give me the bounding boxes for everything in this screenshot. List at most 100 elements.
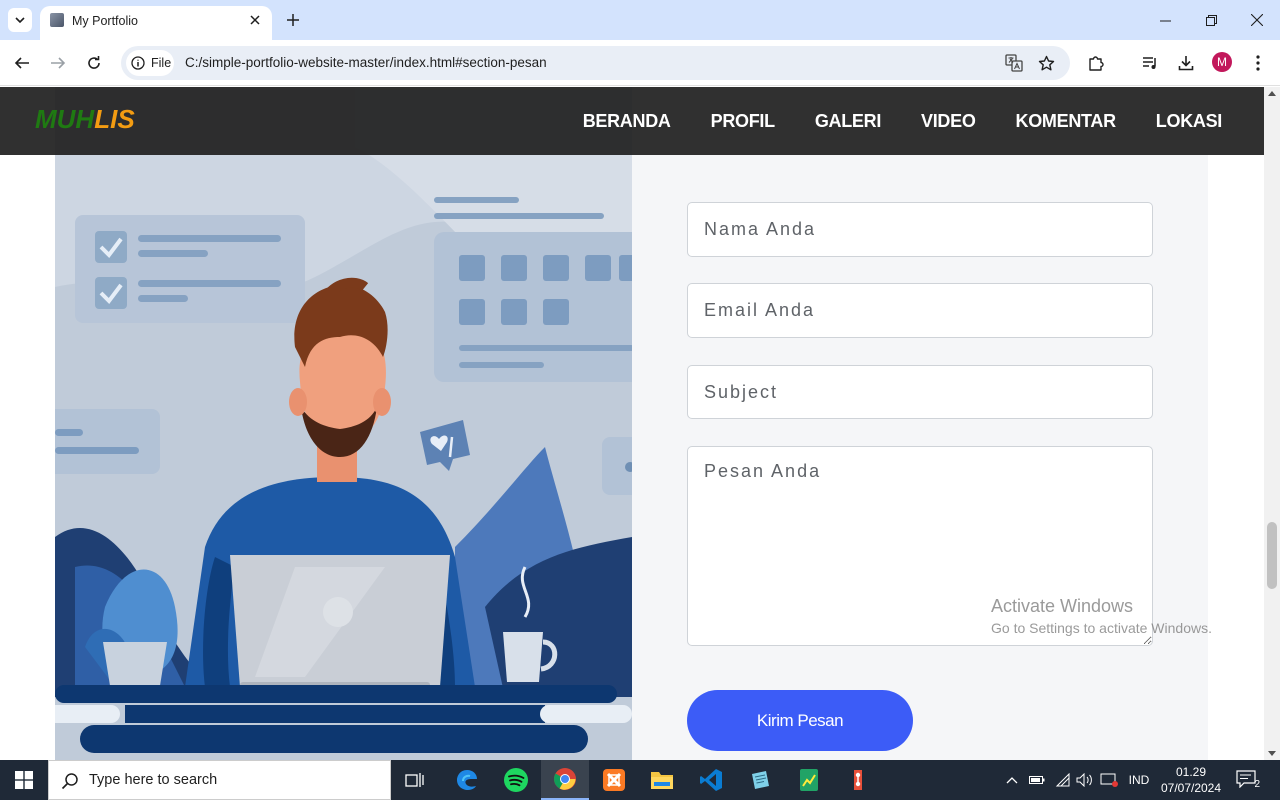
- browser-toolbar: File C:/simple-portfolio-website-master/…: [0, 40, 1280, 86]
- close-icon: [250, 15, 260, 25]
- taskbar-file-explorer[interactable]: [638, 760, 686, 800]
- search-icon: [61, 773, 78, 790]
- scrollbar-thumb[interactable]: [1267, 522, 1277, 589]
- chrome-menu-button[interactable]: [1245, 50, 1271, 76]
- page-scrollbar[interactable]: [1264, 87, 1280, 760]
- forward-icon: [51, 57, 66, 69]
- nav-link-beranda[interactable]: BERANDA: [583, 111, 671, 132]
- nav-link-komentar[interactable]: KOMENTAR: [1016, 111, 1117, 132]
- extensions-button[interactable]: [1083, 50, 1109, 76]
- battery-icon: [1029, 776, 1045, 784]
- minimize-icon: [1159, 20, 1171, 21]
- vscode-icon: [700, 769, 722, 791]
- notification-count-badge: 2: [1254, 779, 1260, 790]
- address-bar[interactable]: File C:/simple-portfolio-website-master/…: [121, 46, 1070, 80]
- maximize-button[interactable]: [1199, 8, 1223, 32]
- minimize-button[interactable]: [1153, 8, 1177, 32]
- tray-display[interactable]: [1098, 760, 1120, 800]
- menu-icon: [1256, 55, 1260, 71]
- bookmark-button[interactable]: [1034, 51, 1058, 75]
- windows-taskbar: Type here to search IND 01.29 07/07/2024…: [0, 760, 1280, 800]
- chevron-up-icon: [1006, 777, 1018, 784]
- contact-illustration: [55, 87, 632, 760]
- logo-part-2: LIS: [94, 104, 135, 134]
- taskbar-clock[interactable]: 01.29 07/07/2024: [1158, 764, 1224, 796]
- maximize-icon: [1205, 14, 1217, 26]
- contact-form-panel: Kirim Pesan: [632, 87, 1208, 760]
- notepad-icon: [752, 771, 769, 789]
- window-close-button[interactable]: [1245, 8, 1269, 32]
- media-control-button[interactable]: [1137, 50, 1163, 76]
- volume-icon: [1076, 773, 1092, 787]
- browser-tab[interactable]: My Portfolio: [40, 6, 272, 40]
- email-input[interactable]: [687, 283, 1153, 338]
- notification-icon: [1236, 770, 1256, 789]
- nav-link-galeri[interactable]: GALERI: [815, 111, 882, 132]
- tab-list-icon: [15, 17, 25, 24]
- taskbar-chrome[interactable]: [541, 760, 589, 800]
- taskbar-edge[interactable]: [443, 760, 491, 800]
- site-nav-links: BERANDA PROFIL GALERI VIDEO KOMENTAR LOK…: [583, 111, 1223, 132]
- sheets-icon: [800, 769, 818, 791]
- downloads-button[interactable]: [1173, 50, 1199, 76]
- clock-time: 01.29: [1175, 765, 1207, 779]
- wifi-icon: [1055, 773, 1070, 787]
- taskbar-sheets[interactable]: [785, 760, 833, 800]
- taskbar-vscode[interactable]: [687, 760, 735, 800]
- media-icon: [1143, 57, 1156, 69]
- developer-illustration-image: [55, 87, 632, 760]
- taskbar-search[interactable]: Type here to search: [48, 760, 391, 800]
- info-icon: [131, 56, 145, 70]
- site-navbar: MUHLIS BERANDA PROFIL GALERI VIDEO KOMEN…: [0, 87, 1264, 155]
- tray-battery[interactable]: [1026, 760, 1048, 800]
- tray-network[interactable]: [1052, 760, 1074, 800]
- profile-avatar[interactable]: M: [1212, 52, 1232, 72]
- site-chip-label: File: [151, 56, 172, 70]
- taskbar-search-placeholder: Type here to search: [89, 772, 218, 788]
- taskbar-xampp[interactable]: [590, 760, 638, 800]
- tray-language[interactable]: IND: [1124, 760, 1154, 800]
- xampp-icon: [603, 769, 625, 791]
- page-viewport: Kirim Pesan MUHLIS BERANDA PROFIL GALERI…: [0, 87, 1264, 760]
- reload-button[interactable]: [81, 50, 107, 76]
- translate-icon: [1005, 54, 1023, 72]
- task-view-icon: [405, 773, 424, 787]
- back-button[interactable]: [9, 50, 35, 76]
- nav-link-profil[interactable]: PROFIL: [711, 111, 776, 132]
- display-icon: [1100, 773, 1118, 787]
- favicon-icon: [50, 13, 64, 27]
- nav-link-lokasi[interactable]: LOKASI: [1156, 111, 1223, 132]
- new-tab-button[interactable]: [281, 8, 305, 32]
- translate-button[interactable]: [1002, 51, 1026, 75]
- extensions-icon: [1089, 56, 1104, 71]
- taskbar-notepad[interactable]: [736, 760, 784, 800]
- send-message-button[interactable]: Kirim Pesan: [687, 690, 913, 751]
- file-explorer-icon: [651, 772, 673, 789]
- scroll-up-arrow[interactable]: [1268, 91, 1276, 96]
- activate-windows-watermark: Activate Windows Go to Settings to activ…: [991, 596, 1212, 636]
- notification-center-button[interactable]: 2: [1236, 770, 1260, 790]
- task-view-button[interactable]: [391, 760, 439, 800]
- download-icon: [1178, 56, 1194, 71]
- back-icon: [14, 57, 29, 69]
- tray-overflow-button[interactable]: [1002, 760, 1022, 800]
- activate-windows-subtitle: Go to Settings to activate Windows.: [991, 620, 1212, 636]
- forward-button[interactable]: [45, 50, 71, 76]
- taskbar-git[interactable]: [834, 760, 882, 800]
- tab-close-button[interactable]: [246, 11, 264, 29]
- name-input[interactable]: [687, 202, 1153, 257]
- window-close-icon: [1251, 14, 1263, 26]
- spotify-icon: [504, 768, 528, 792]
- site-info-chip[interactable]: File: [126, 50, 174, 76]
- tray-volume[interactable]: [1074, 760, 1096, 800]
- url-text[interactable]: C:/simple-portfolio-website-master/index…: [185, 55, 547, 70]
- nav-link-video[interactable]: VIDEO: [921, 111, 976, 132]
- browser-tab-bar: My Portfolio: [0, 0, 1280, 40]
- windows-icon: [15, 771, 33, 789]
- subject-input[interactable]: [687, 365, 1153, 419]
- taskbar-spotify[interactable]: [492, 760, 540, 800]
- start-button[interactable]: [0, 760, 48, 800]
- scroll-down-arrow[interactable]: [1268, 751, 1276, 756]
- tab-list-button[interactable]: [8, 8, 32, 32]
- site-logo[interactable]: MUHLIS: [35, 104, 135, 135]
